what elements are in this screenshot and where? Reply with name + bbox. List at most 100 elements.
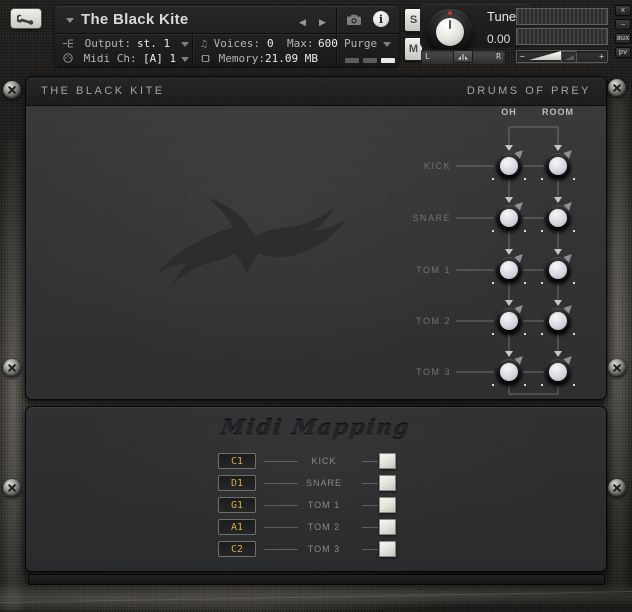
keybox-tom2[interactable]: A1 (218, 519, 256, 535)
snare-oh-knob[interactable] (496, 205, 522, 231)
map-drum-tom1: TOM 1 (292, 499, 356, 511)
tune-knob-pointer (449, 20, 451, 29)
pv-button[interactable]: pv (615, 47, 631, 58)
midi-value: [A] 1 (143, 52, 176, 65)
minimize-button[interactable]: — (615, 19, 631, 30)
knob-min-dot (492, 333, 494, 335)
memory-chip-icon (201, 52, 217, 65)
mixer-row-label-snare: SNARE (326, 212, 451, 224)
volume-minus-label: − (520, 52, 525, 61)
purge-menu[interactable]: Purge (344, 37, 377, 50)
volume-handle[interactable] (561, 51, 577, 63)
memory-label: Memory: (219, 52, 265, 65)
knob-cap (500, 209, 518, 227)
keybox-snare[interactable]: D1 (218, 475, 256, 491)
kick-oh-knob[interactable] (496, 153, 522, 179)
map-line (362, 527, 378, 528)
output-selector[interactable]: Output: st. 1 (63, 37, 131, 50)
screw (3, 359, 21, 377)
info-icon: i (379, 13, 383, 26)
tom3-room-knob[interactable] (545, 359, 571, 385)
mixer-row-label-tom1: TOM 1 (326, 264, 451, 276)
map-button-tom1[interactable] (379, 497, 396, 513)
purge-caret-icon[interactable] (383, 42, 391, 47)
knob-bezel (545, 153, 571, 179)
aux-button[interactable]: aux (615, 33, 631, 44)
key-label: A1 (231, 522, 243, 533)
knob-cap (549, 312, 567, 330)
tom2-oh-knob[interactable] (496, 308, 522, 334)
key-label: C2 (231, 544, 243, 555)
bottom-rail (28, 574, 605, 585)
knob-min-dot (492, 282, 494, 284)
knob-bezel (496, 205, 522, 231)
snapshot-camera-button[interactable] (340, 9, 368, 30)
screw (3, 479, 21, 497)
keybox-tom3[interactable]: C2 (218, 541, 256, 557)
meter-left (516, 8, 608, 25)
tom2-room-knob[interactable] (545, 308, 571, 334)
knob-bezel (496, 153, 522, 179)
map-button-snare[interactable] (379, 475, 396, 491)
pan-handle[interactable] (453, 50, 473, 63)
kick-room-knob[interactable] (545, 153, 571, 179)
level-meters (516, 8, 608, 46)
collapse-caret-icon[interactable] (66, 18, 74, 23)
voices-readout: ♫ Voices: 0 Max: 600 (201, 37, 260, 50)
knob-bezel (496, 308, 522, 334)
knob-max-dot (573, 384, 575, 386)
knob-max-dot (573, 282, 575, 284)
routing-lines (26, 77, 608, 401)
main-panel: THE BLACK KITE DRUMS OF PREY OH ROOM KIC… (25, 76, 607, 400)
output-caret-icon[interactable] (181, 42, 189, 47)
map-button-kick[interactable] (379, 453, 396, 469)
screw (608, 79, 626, 97)
keybox-tom1[interactable]: G1 (218, 497, 256, 513)
knob-bezel (545, 308, 571, 334)
keybox-kick[interactable]: C1 (218, 453, 256, 469)
tune-value[interactable]: 0.00 (487, 32, 510, 46)
edit-wrench-button[interactable] (10, 8, 42, 29)
knob-min-dot (492, 230, 494, 232)
map-drum-kick: KICK (292, 455, 356, 467)
tom1-oh-knob[interactable] (496, 257, 522, 283)
map-line (362, 483, 378, 484)
pv-label: pv (619, 49, 627, 56)
knob-cap (549, 157, 567, 175)
instrument-title[interactable]: The Black Kite (81, 11, 189, 28)
prev-instrument-icon[interactable]: ◀ (299, 17, 306, 28)
header-divider (55, 33, 399, 34)
remove-label: x (621, 7, 625, 14)
map-button-tom3[interactable] (379, 541, 396, 557)
key-label: G1 (231, 500, 243, 511)
knob-bezel (545, 257, 571, 283)
output-label: Output: (85, 37, 131, 50)
pan-slider[interactable]: L R (421, 50, 505, 63)
key-label: D1 (231, 478, 243, 489)
midi-channel-selector[interactable]: Midi Ch: [A] 1 (63, 52, 137, 65)
knob-cap (500, 261, 518, 279)
remove-button[interactable]: x (615, 5, 631, 16)
mixer-row-label-tom2: TOM 2 (326, 315, 451, 327)
next-instrument-icon[interactable]: ▶ (319, 17, 326, 28)
instrument-rack-header: The Black Kite ◀ ▶ i Output: st. 1 ♫ Voi… (55, 6, 399, 66)
knob-max-dot (524, 178, 526, 180)
midi-caret-icon[interactable] (181, 57, 189, 62)
knob-max-dot (524, 384, 526, 386)
max-label: Max: (287, 37, 314, 50)
tune-knob-cap (436, 18, 464, 46)
tom1-room-knob[interactable] (545, 257, 571, 283)
knob-bezel (496, 359, 522, 385)
column-room-label: ROOM (538, 107, 578, 117)
purge-label: Purge (344, 37, 377, 50)
tom3-oh-knob[interactable] (496, 359, 522, 385)
map-drum-tom3: TOM 3 (292, 543, 356, 555)
tune-label: Tune (487, 9, 516, 24)
map-button-tom2[interactable] (379, 519, 396, 535)
volume-slider[interactable]: − + (516, 50, 608, 63)
info-button[interactable]: i (373, 11, 389, 27)
snare-room-knob[interactable] (545, 205, 571, 231)
purge-meter-bar (381, 58, 395, 63)
tune-knob[interactable] (427, 9, 473, 55)
camera-icon (346, 14, 362, 26)
